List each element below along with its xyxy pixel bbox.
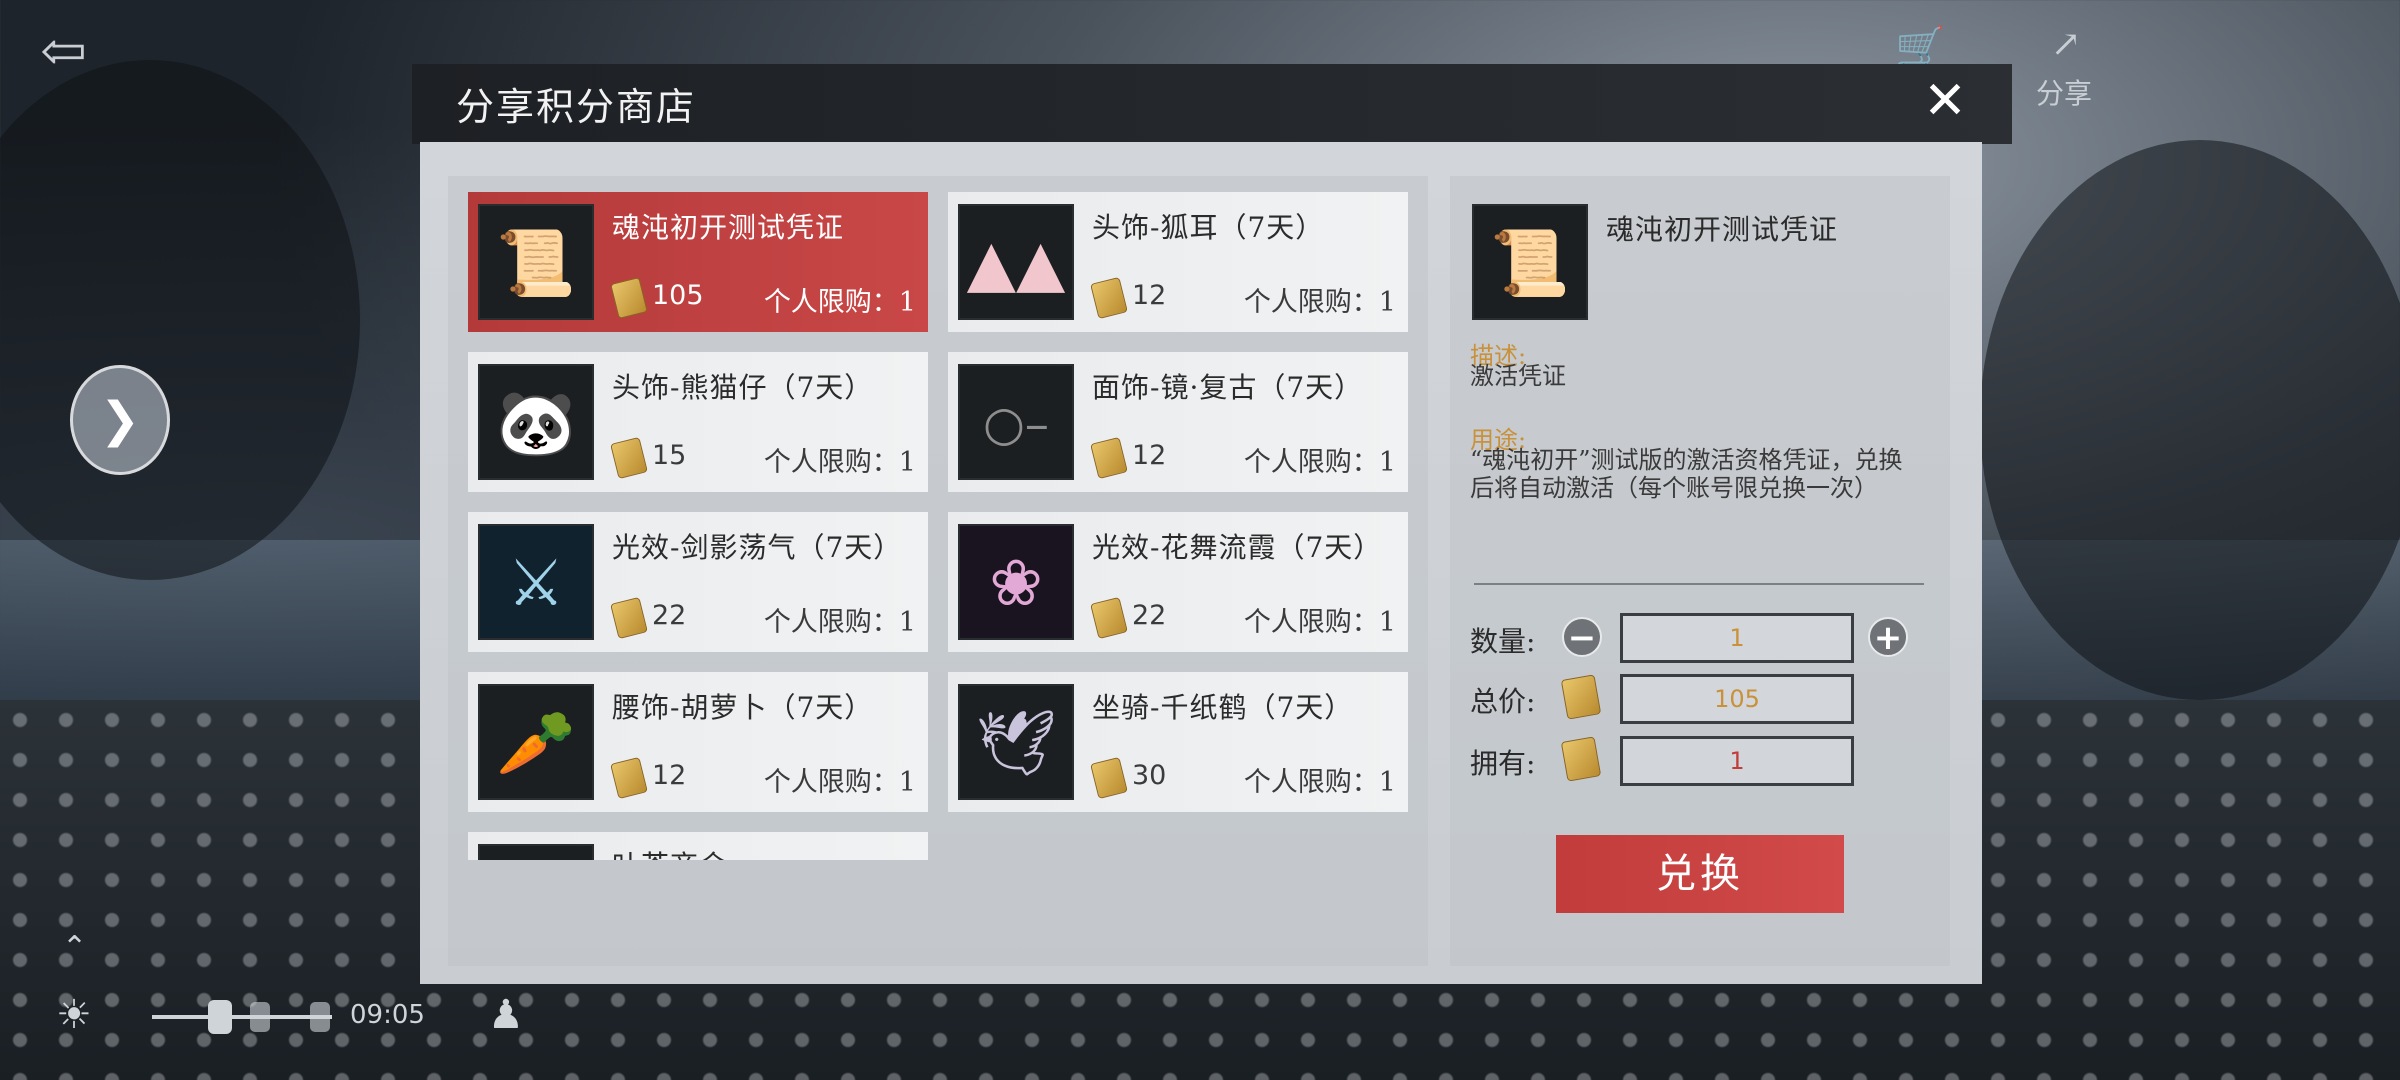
figure-icon[interactable]: ♟	[488, 992, 524, 1038]
usage-text: “魂沌初开”测试版的激活资格凭证，兑换后将自动激活（每个账号限兑换一次）	[1470, 446, 1903, 502]
fox-ears-icon: ▲▲	[958, 204, 1074, 320]
item-card[interactable]: 🕊 坐骑-千纸鹤（7天） 30 个人限购：1	[948, 672, 1408, 812]
description-text: 激活凭证	[1470, 362, 1566, 390]
coin-icon	[1090, 276, 1128, 320]
coin-icon	[610, 596, 648, 640]
sun-icon: ☀	[56, 992, 92, 1038]
item-limit: 个人限购：1	[1243, 287, 1396, 318]
background-tree-right	[1980, 140, 2400, 700]
share-icon[interactable]: ↗	[2046, 24, 2086, 65]
background-tree-left	[0, 60, 360, 580]
item-price: 22	[652, 600, 687, 631]
coin-icon	[610, 276, 648, 320]
item-price: 12	[1132, 440, 1167, 471]
share-label[interactable]: 分享	[2036, 72, 2092, 112]
dialog-title: 分享积分商店	[456, 85, 697, 129]
item-card[interactable]: 🐼 头饰-熊猫仔（7天） 15 个人限购：1	[468, 352, 928, 492]
item-price: 12	[652, 760, 687, 791]
item-price: 15	[652, 440, 687, 471]
item-card-partial[interactable]: 叶茶商会	[468, 832, 928, 860]
chevron-up-icon[interactable]: ⌃	[62, 930, 87, 965]
item-name: 坐骑-千纸鹤（7天）	[1092, 691, 1354, 724]
item-thumb	[478, 844, 594, 860]
item-list[interactable]: 📜 魂沌初开测试凭证 105 个人限购：1 ▲▲ 头饰-狐耳（7天） 12 个人…	[448, 176, 1428, 966]
item-card[interactable]: ▲▲ 头饰-狐耳（7天） 12 个人限购：1	[948, 192, 1408, 332]
monocle-icon: ○–	[958, 364, 1074, 480]
item-card[interactable]: ❀ 光效-花舞流霞（7天） 22 个人限购：1	[948, 512, 1408, 652]
coin-icon	[1090, 596, 1128, 640]
coin-icon	[1090, 756, 1128, 800]
plus-button[interactable]: +	[1868, 617, 1908, 657]
quantity-field[interactable]: 1	[1620, 613, 1854, 663]
flower-effect-icon: ❀	[958, 524, 1074, 640]
time-slider-marker	[310, 1002, 330, 1032]
time-label: 09:05	[350, 1000, 425, 1030]
time-slider-marker	[250, 1002, 270, 1032]
item-name: 魂沌初开测试凭证	[612, 211, 845, 244]
item-name: 腰饰-胡萝卜（7天）	[612, 691, 874, 724]
total-price-field: 105	[1620, 674, 1854, 724]
detail-name: 魂沌初开测试凭证	[1606, 213, 1839, 246]
item-limit: 个人限购：1	[1243, 447, 1396, 478]
coin-icon	[610, 756, 648, 800]
item-card[interactable]: 🥕 腰饰-胡萝卜（7天） 12 个人限购：1	[468, 672, 928, 812]
minus-button[interactable]: −	[1562, 617, 1602, 657]
exchange-button[interactable]: 兑换	[1556, 835, 1844, 913]
panda-icon: 🐼	[478, 364, 594, 480]
item-name: 叶茶商会	[612, 844, 728, 860]
own-field: 1	[1620, 736, 1854, 786]
item-price: 105	[652, 280, 704, 311]
item-name: 头饰-熊猫仔（7天）	[612, 371, 874, 404]
close-icon[interactable]: ✕	[1920, 75, 1970, 127]
time-slider-track[interactable]	[152, 1015, 332, 1019]
item-name: 头饰-狐耳（7天）	[1092, 211, 1325, 244]
item-limit: 个人限购：1	[763, 607, 916, 638]
own-label: 拥有:	[1470, 747, 1536, 780]
divider	[1474, 583, 1924, 585]
side-expand-icon[interactable]: ❯	[70, 365, 170, 475]
item-limit: 个人限购：1	[1243, 607, 1396, 638]
item-price: 22	[1132, 600, 1167, 631]
item-name: 面饰-镜·复古（7天）	[1092, 371, 1364, 404]
item-name: 光效-剑影荡气（7天）	[612, 531, 903, 564]
carrot-icon: 🥕	[478, 684, 594, 800]
item-price: 30	[1132, 760, 1167, 791]
item-limit: 个人限购：1	[763, 767, 916, 798]
back-arrow-icon[interactable]: ⇦	[40, 22, 120, 82]
item-name: 光效-花舞流霞（7天）	[1092, 531, 1383, 564]
item-card[interactable]: 📜 魂沌初开测试凭证 105 个人限购：1	[468, 192, 928, 332]
item-card[interactable]: ○– 面饰-镜·复古（7天） 12 个人限购：1	[948, 352, 1408, 492]
paper-crane-icon: 🕊	[958, 684, 1074, 800]
item-limit: 个人限购：1	[763, 447, 916, 478]
coin-icon	[610, 436, 648, 480]
item-price: 12	[1132, 280, 1167, 311]
coin-icon	[1560, 736, 1602, 782]
quantity-label: 数量:	[1470, 625, 1536, 658]
total-label: 总价:	[1470, 685, 1536, 718]
item-limit: 个人限购：1	[763, 287, 916, 318]
coin-icon	[1560, 674, 1602, 720]
item-card[interactable]: ⚔ 光效-剑影荡气（7天） 22 个人限购：1	[468, 512, 928, 652]
voucher-icon: 📜	[478, 204, 594, 320]
voucher-icon: 📜	[1472, 204, 1588, 320]
item-limit: 个人限购：1	[1243, 767, 1396, 798]
coin-icon	[1090, 436, 1128, 480]
time-slider-handle[interactable]	[208, 1000, 232, 1034]
sword-effect-icon: ⚔	[478, 524, 594, 640]
